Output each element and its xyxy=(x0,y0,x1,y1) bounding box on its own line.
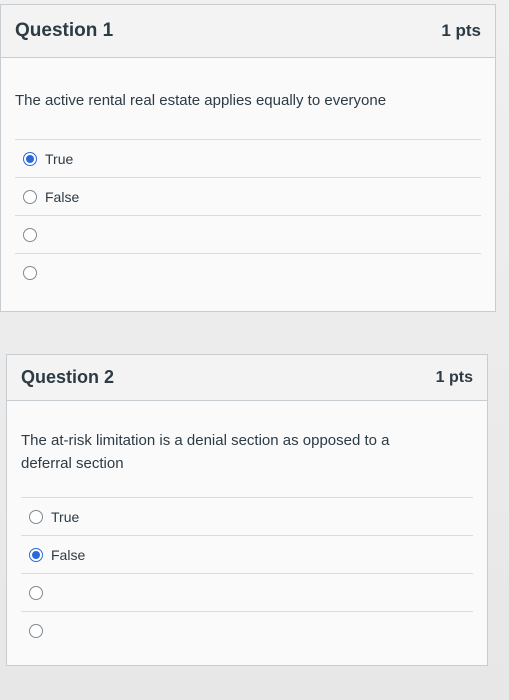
answer-option-2-true[interactable]: True xyxy=(21,497,473,535)
question-title-1: Question 1 xyxy=(15,20,114,41)
question-points-2: 1 pts xyxy=(435,368,473,386)
question-points-1: 1 pts xyxy=(441,21,481,40)
answer-list-2: True False xyxy=(21,497,473,649)
answer-option-1-4[interactable] xyxy=(15,253,481,291)
radio-empty-icon[interactable] xyxy=(23,227,37,242)
question-header-2: Question 2 1 pts xyxy=(7,355,487,401)
answer-label: False xyxy=(51,546,86,563)
radio-empty-icon[interactable] xyxy=(29,623,43,638)
answer-label: False xyxy=(45,188,80,205)
question-card-1: Question 1 1 pts The active rental real … xyxy=(0,4,496,312)
answer-option-1-3[interactable] xyxy=(15,215,481,253)
radio-empty-icon[interactable] xyxy=(29,585,43,600)
question-title-2: Question 2 xyxy=(21,367,115,387)
radio-selected-icon[interactable] xyxy=(29,547,43,562)
radio-empty-icon[interactable] xyxy=(23,265,37,280)
answer-label: True xyxy=(51,508,80,525)
answer-list-1: True False xyxy=(15,139,481,291)
question-text-2: The at-risk limitation is a denial secti… xyxy=(21,432,390,473)
radio-selected-icon[interactable] xyxy=(23,151,37,166)
answer-option-2-false[interactable]: False xyxy=(21,535,473,573)
answer-option-2-3[interactable] xyxy=(21,573,473,611)
question-text-1: The active rental real estate applies eq… xyxy=(15,92,387,109)
answer-option-1-false[interactable]: False xyxy=(15,177,481,215)
answer-label: True xyxy=(45,150,74,167)
answer-option-1-true[interactable]: True xyxy=(15,139,481,177)
question-header-1: Question 1 1 pts xyxy=(1,5,495,58)
question-card-2: Question 2 1 pts The at-risk limitation … xyxy=(6,354,488,666)
radio-empty-icon[interactable] xyxy=(23,189,37,204)
radio-empty-icon[interactable] xyxy=(29,509,43,524)
answer-option-2-4[interactable] xyxy=(21,611,473,649)
quiz-page: Question 1 1 pts The active rental real … xyxy=(0,0,509,700)
